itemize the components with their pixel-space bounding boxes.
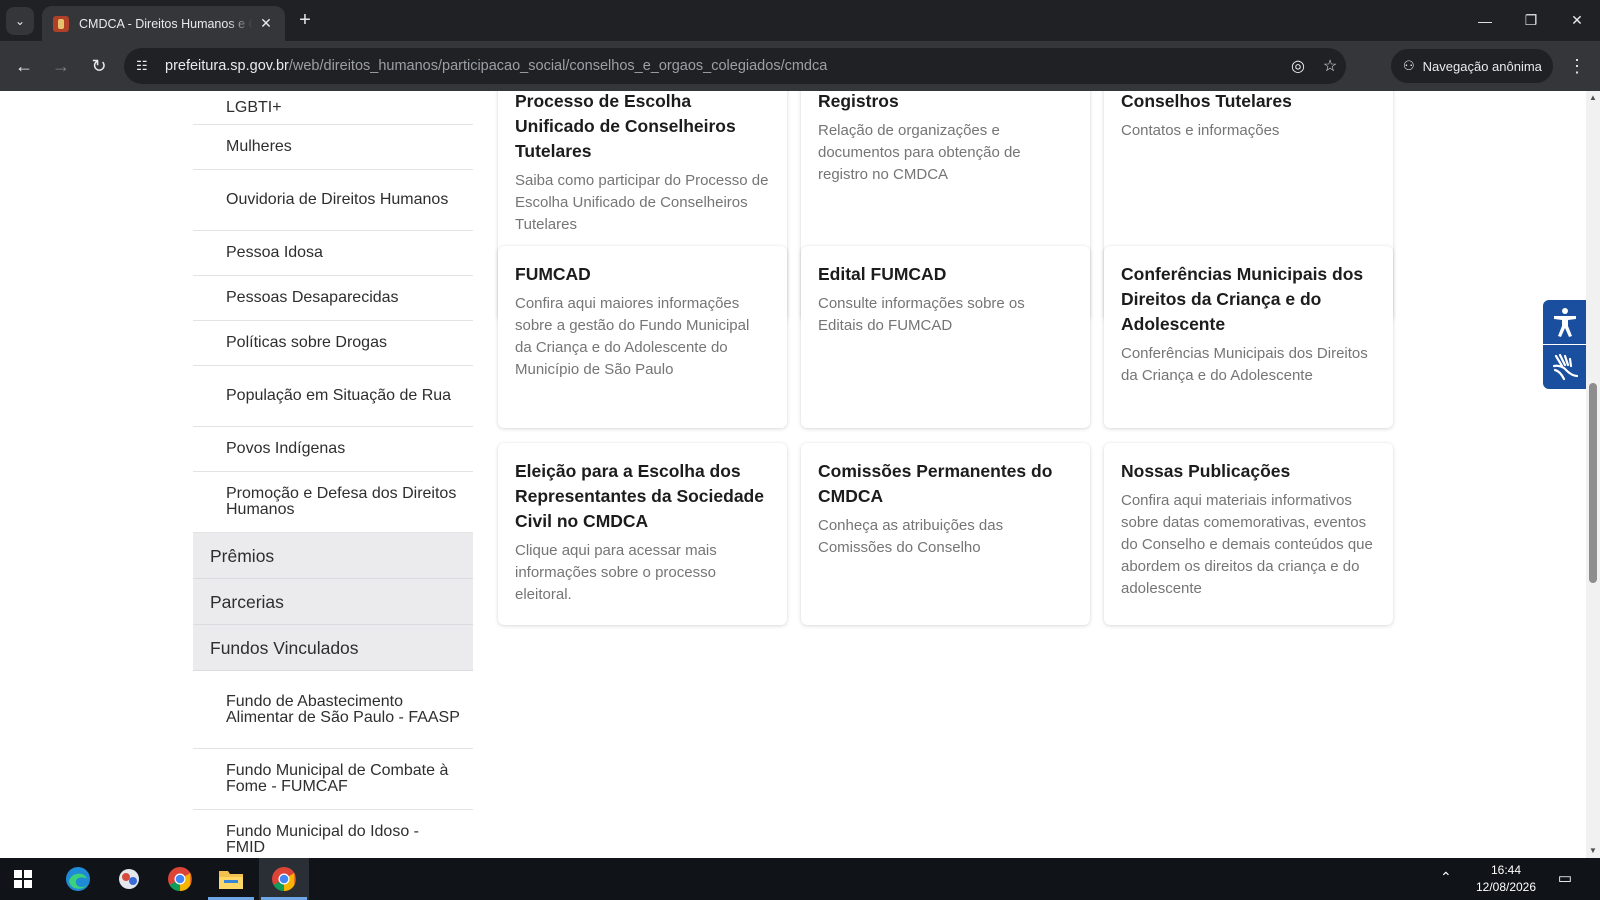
sidebar-item[interactable]: Fundo Municipal de Combate à Fome - FUMC… bbox=[193, 749, 473, 810]
card-description: Confira aqui materiais informativos sobr… bbox=[1121, 492, 1373, 597]
file-explorer-icon bbox=[219, 871, 243, 889]
sign-language-button[interactable] bbox=[1543, 345, 1586, 389]
window-close-icon[interactable]: ✕ bbox=[1554, 0, 1600, 41]
more-vert-icon[interactable]: ⋮ bbox=[1562, 51, 1592, 81]
clock-time: 16:44 bbox=[1490, 863, 1522, 877]
new-tab-button[interactable]: + bbox=[292, 8, 318, 34]
app-icon bbox=[119, 869, 139, 889]
notification-icon[interactable]: ▭ bbox=[1554, 869, 1576, 889]
forward-arrow-icon[interactable]: → bbox=[46, 51, 76, 81]
site-favicon-icon bbox=[53, 15, 69, 32]
system-clock[interactable]: 16:44 12/08/2026 bbox=[1466, 862, 1546, 896]
address-bar[interactable]: ☷ prefeitura.sp.gov.br/web/direitos_huma… bbox=[124, 48, 1346, 84]
card-description: Saiba como participar do Processo de Esc… bbox=[515, 172, 769, 233]
card-comissoes-permanentes[interactable]: Comissões Permanentes do CMDCA Conheça a… bbox=[801, 443, 1090, 625]
card-title: Conselhos Tutelares bbox=[1121, 91, 1292, 111]
sidebar-item[interactable]: Pessoas Desaparecidas bbox=[193, 276, 473, 321]
star-icon[interactable]: ☆ bbox=[1314, 56, 1346, 76]
card-description: Conheça as atribuições das Comissões do … bbox=[818, 517, 1004, 556]
close-icon[interactable]: ✕ bbox=[257, 15, 275, 32]
card-description: Relação de organizações e documentos par… bbox=[818, 122, 1021, 183]
url-path: /web/direitos_humanos/participacao_socia… bbox=[288, 58, 828, 74]
sidebar-section-parcerias[interactable]: Parcerias bbox=[193, 579, 473, 625]
windows-start-button[interactable] bbox=[0, 858, 50, 900]
card-eleicao-representantes[interactable]: Eleição para a Escolha dos Representante… bbox=[498, 443, 787, 625]
site-info-icon[interactable]: ☷ bbox=[136, 58, 156, 74]
card-title: Edital FUMCAD bbox=[818, 264, 947, 284]
card-title: Nossas Publicações bbox=[1121, 461, 1291, 481]
url-text[interactable]: prefeitura.sp.gov.br/web/direitos_humano… bbox=[165, 58, 1282, 74]
card-description: Confira aqui maiores informações sobre a… bbox=[515, 295, 750, 378]
window-controls: — ❐ ✕ bbox=[1462, 0, 1600, 41]
sidebar-item[interactable]: LGBTI+ bbox=[193, 91, 473, 125]
taskbar-app[interactable] bbox=[104, 858, 154, 900]
minimize-icon[interactable]: — bbox=[1462, 0, 1508, 41]
incognito-indicator[interactable]: ⚇ Navegação anônima bbox=[1391, 49, 1553, 83]
scroll-up-arrow-icon[interactable]: ▲ bbox=[1586, 91, 1600, 105]
card-fumcad[interactable]: FUMCAD Confira aqui maiores informações … bbox=[498, 246, 787, 428]
card-title: Processo de Escolha Unificado de Conselh… bbox=[515, 91, 736, 161]
sidebar-item[interactable]: Fundo de Abastecimento Alimentar de São … bbox=[193, 671, 473, 749]
tab-title: CMDCA - Direitos Humanos e Cidadania bbox=[79, 16, 253, 31]
eye-slash-icon[interactable]: ◎ bbox=[1282, 56, 1314, 76]
incognito-icon: ⚇ bbox=[1403, 58, 1415, 73]
card-description: Conferências Municipais dos Direitos da … bbox=[1121, 345, 1368, 384]
scroll-down-arrow-icon[interactable]: ▼ bbox=[1586, 844, 1600, 858]
restore-icon[interactable]: ❐ bbox=[1508, 0, 1554, 41]
sidebar-item[interactable]: Mulheres bbox=[193, 125, 473, 170]
scrollbar-thumb[interactable] bbox=[1589, 383, 1597, 583]
sign-language-icon bbox=[1552, 353, 1578, 381]
windows-start-icon bbox=[14, 870, 32, 888]
accessibility-icon bbox=[1553, 308, 1576, 337]
browser-tab[interactable]: CMDCA - Direitos Humanos e Cidadania ✕ bbox=[42, 6, 285, 41]
card-edital-fumcad[interactable]: Edital FUMCAD Consulte informações sobre… bbox=[801, 246, 1090, 428]
reload-icon[interactable]: ↻ bbox=[84, 51, 114, 81]
sidebar-item[interactable]: Políticas sobre Drogas bbox=[193, 321, 473, 366]
clock-date: 12/08/2026 bbox=[1475, 880, 1537, 894]
back-arrow-icon[interactable]: ← bbox=[9, 51, 39, 81]
card-description: Clique aqui para acessar mais informaçõe… bbox=[515, 542, 717, 603]
file-explorer-app[interactable] bbox=[206, 858, 256, 900]
sidebar-item[interactable]: Pessoa Idosa bbox=[193, 231, 473, 276]
card-title: Registros bbox=[818, 91, 899, 111]
card-description: Consulte informações sobre os Editais do… bbox=[818, 295, 1025, 334]
incognito-label: Navegação anônima bbox=[1422, 58, 1542, 74]
chrome-app[interactable] bbox=[155, 858, 205, 900]
edge-icon bbox=[66, 867, 90, 891]
card-title: Eleição para a Escolha dos Representante… bbox=[515, 461, 764, 531]
tray-chevron-up-icon[interactable]: ⌃ bbox=[1440, 869, 1452, 886]
chrome-icon bbox=[168, 867, 192, 891]
sidebar-menu: LGBTI+ Mulheres Ouvidoria de Direitos Hu… bbox=[193, 91, 473, 858]
sidebar-item[interactable]: Ouvidoria de Direitos Humanos bbox=[193, 170, 473, 231]
page-scrollbar[interactable]: ▲ ▼ bbox=[1586, 91, 1600, 858]
sidebar-section-premios[interactable]: Prêmios bbox=[193, 533, 473, 579]
card-title: Comissões Permanentes do CMDCA bbox=[818, 461, 1053, 506]
sidebar-item[interactable]: População em Situação de Rua bbox=[193, 366, 473, 427]
card-title: Conferências Municipais dos Direitos da … bbox=[1121, 264, 1364, 334]
browser-toolbar: ← → ↻ ☷ prefeitura.sp.gov.br/web/direito… bbox=[0, 41, 1600, 91]
page-viewport: LGBTI+ Mulheres Ouvidoria de Direitos Hu… bbox=[0, 91, 1600, 858]
windows-taskbar: ⌃ 16:44 12/08/2026 ▭ bbox=[0, 858, 1600, 900]
sidebar-item[interactable]: Povos Indígenas bbox=[193, 427, 473, 472]
chrome-app-active[interactable] bbox=[259, 858, 309, 900]
browser-tab-strip: ⌄ CMDCA - Direitos Humanos e Cidadania ✕… bbox=[0, 0, 1600, 41]
sidebar-section-fundos-vinculados[interactable]: Fundos Vinculados bbox=[193, 625, 473, 671]
tab-search-icon[interactable]: ⌄ bbox=[6, 7, 34, 35]
accessibility-button[interactable] bbox=[1543, 300, 1586, 344]
card-conferencias-municipais[interactable]: Conferências Municipais dos Direitos da … bbox=[1104, 246, 1393, 428]
sidebar-item[interactable]: Promoção e Defesa dos Direitos Humanos bbox=[193, 472, 473, 533]
card-nossas-publicacoes[interactable]: Nossas Publicações Confira aqui materiai… bbox=[1104, 443, 1393, 625]
url-host: prefeitura.sp.gov.br bbox=[165, 58, 289, 74]
edge-app[interactable] bbox=[53, 858, 103, 900]
sidebar-item[interactable]: Fundo Municipal do Idoso - FMID bbox=[193, 810, 473, 858]
chrome-icon bbox=[272, 867, 296, 891]
card-title: FUMCAD bbox=[515, 264, 591, 284]
card-description: Contatos e informações bbox=[1121, 122, 1280, 139]
